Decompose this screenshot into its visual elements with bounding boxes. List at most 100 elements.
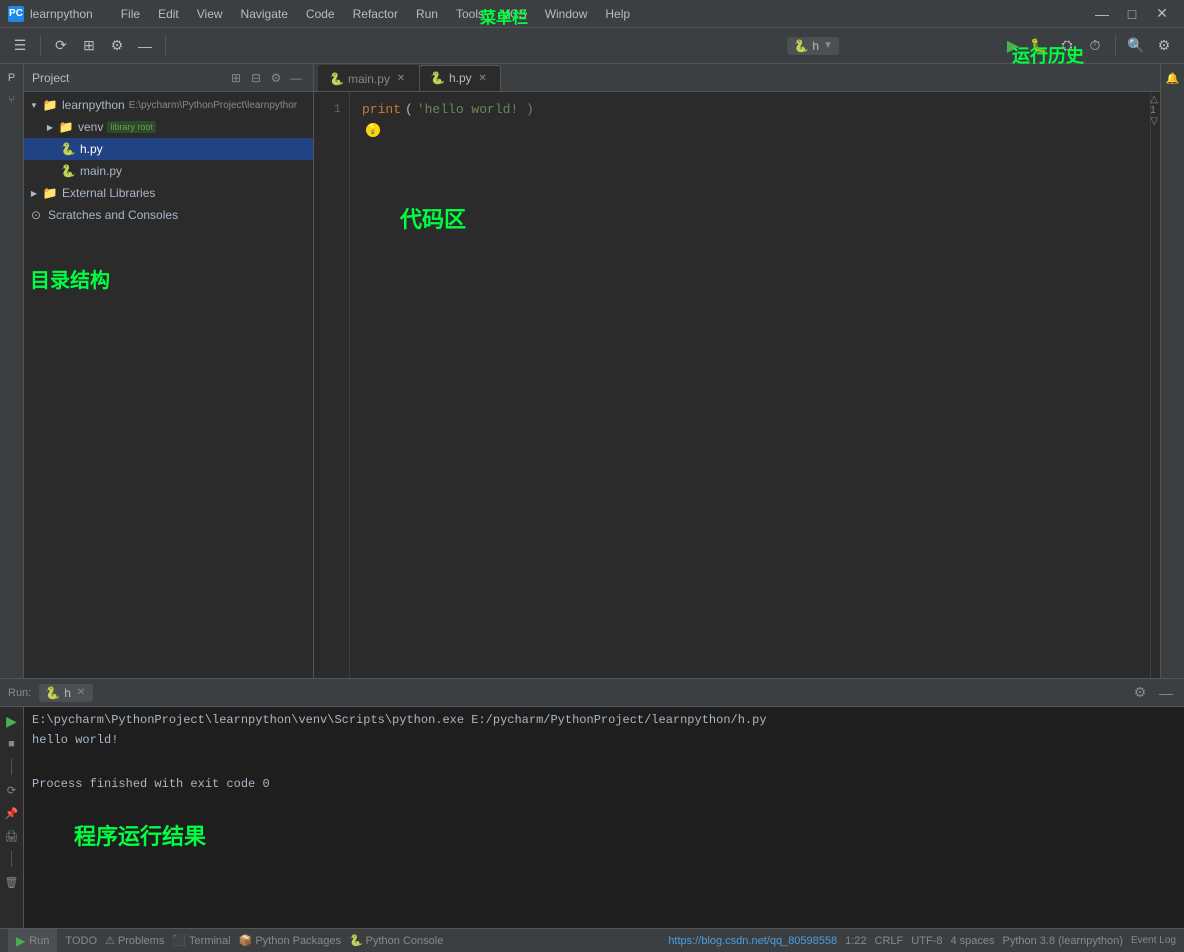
tree-item-venv[interactable]: ▶ 📁 venv library root xyxy=(24,116,313,138)
output-line-4: Process finished with exit code 0 xyxy=(32,775,1176,793)
status-python-version[interactable]: Python 3.8 (learnpython) xyxy=(1002,935,1122,947)
tree-label-main-py: main.py xyxy=(80,164,122,178)
tree-arrow-venv: ▶ xyxy=(44,121,56,133)
menu-view[interactable]: View xyxy=(189,5,231,23)
status-todo[interactable]: TODO xyxy=(65,935,97,947)
panel-collapse-icon[interactable]: ⊟ xyxy=(247,69,265,87)
tab-icon-h-py: 🐍 xyxy=(430,71,445,85)
run-label: Run: xyxy=(8,687,31,699)
output-label-zh: 程序运行结果 xyxy=(74,830,206,848)
project-panel-header: Project ⊞ ⊟ ⚙ — xyxy=(24,64,313,92)
status-line-sep[interactable]: CRLF xyxy=(875,935,904,947)
status-run-button[interactable]: ▶ Run xyxy=(8,929,57,952)
tab-close-main-py[interactable]: ✕ xyxy=(394,72,408,86)
folder-icon-ext-libs: 📁 xyxy=(42,185,58,201)
panel-gear-icon[interactable]: ⚙ xyxy=(267,69,285,87)
project-tree: ▼ 📁 learnpython E:\pycharm\PythonProject… xyxy=(24,92,313,678)
search-everywhere-button[interactable]: 🔍 xyxy=(1124,34,1148,58)
run-trash-icon[interactable]: 🗑 xyxy=(2,872,22,892)
toolbar-close-icon[interactable]: — xyxy=(133,34,157,58)
tree-item-main-py[interactable]: 🐍 main.py xyxy=(24,160,313,182)
menu-run[interactable]: Run xyxy=(408,5,446,23)
output-line-2: hello world! xyxy=(32,731,1176,749)
tree-label-learnpython: learnpython xyxy=(62,98,125,112)
menu-refactor[interactable]: Refactor xyxy=(345,5,406,23)
run-stop-icon[interactable]: ■ xyxy=(2,734,22,754)
status-encoding[interactable]: UTF-8 xyxy=(911,935,942,947)
run-play-icon[interactable]: ▶ xyxy=(2,711,22,731)
menu-code[interactable]: Code xyxy=(298,5,343,23)
toolbar-separator-2 xyxy=(165,36,166,56)
tab-h-py[interactable]: 🐍 h.py ✕ xyxy=(419,65,501,91)
bottom-icon-sep xyxy=(11,759,12,775)
status-python-packages[interactable]: 📦 Python Packages xyxy=(239,934,341,947)
status-python-console[interactable]: 🐍 Python Console xyxy=(349,934,443,947)
run-config-name: h xyxy=(812,39,819,53)
status-problems[interactable]: ⚠ Problems xyxy=(105,934,164,947)
tree-label-scratches: Scratches and Consoles xyxy=(48,208,178,222)
tab-close-h-py[interactable]: ✕ xyxy=(476,71,490,85)
status-terminal[interactable]: ⬛ Terminal xyxy=(172,934,230,947)
menu-edit[interactable]: Edit xyxy=(150,5,187,23)
tree-item-scratches[interactable]: ⊙ Scratches and Consoles xyxy=(24,204,313,226)
code-line-1: print('hello world! ) xyxy=(362,100,1138,119)
profile-button[interactable]: ⏱ xyxy=(1083,34,1107,58)
run-print-icon[interactable]: 🖨 xyxy=(2,826,22,846)
tab-icon-main-py: 🐍 xyxy=(329,72,344,86)
run-minimize-icon[interactable]: — xyxy=(1156,683,1176,703)
window-controls: — □ ✕ xyxy=(1088,3,1176,25)
tree-item-learnpython[interactable]: ▼ 📁 learnpython E:\pycharm\PythonProject… xyxy=(24,94,313,116)
tree-label-h-py: h.py xyxy=(80,142,103,156)
menu-help[interactable]: Help xyxy=(597,5,638,23)
status-cursor[interactable]: 1:22 xyxy=(845,935,866,947)
venv-badge: library root xyxy=(107,121,156,133)
code-area[interactable]: print('hello world! ) 💡 代码区 xyxy=(350,92,1150,678)
menu-window[interactable]: Window xyxy=(537,5,596,23)
code-label-zh: 代码区 xyxy=(400,212,466,231)
minimize-button[interactable]: — xyxy=(1088,3,1116,25)
toolbar-separator-1 xyxy=(40,36,41,56)
tree-item-h-py[interactable]: 🐍 h.py xyxy=(24,138,313,160)
status-run-icon: ▶ xyxy=(16,934,25,948)
sidebar-project-icon[interactable]: P xyxy=(2,68,22,88)
tab-main-py[interactable]: 🐍 main.py ✕ xyxy=(318,65,419,91)
status-event-log[interactable]: Event Log xyxy=(1131,935,1176,946)
menu-navigate[interactable]: Navigate xyxy=(233,5,296,23)
toolbar-layout-icon[interactable]: ⊞ xyxy=(77,34,101,58)
run-tab-close[interactable]: ✕ xyxy=(75,687,87,699)
status-run-label: Run xyxy=(29,935,49,947)
py-icon-main: 🐍 xyxy=(60,163,76,179)
lightbulb-container: 💡 xyxy=(362,123,1138,137)
toolbar: ☰ ⟳ ⊞ ⚙ — 🐍 h ▼ ▶ 🐛 ⛭ ⏱ 🔍 ⚙ xyxy=(0,28,1184,64)
status-blog-link[interactable]: https://blog.csdn.net/qq_80598558 xyxy=(668,935,837,947)
main-layout: P ⑂ Project ⊞ ⊟ ⚙ — ▼ 📁 learnpython E:\p… xyxy=(0,64,1184,678)
status-python-packages-label: Python Packages xyxy=(255,935,341,947)
editor-tabs-bar: 🐍 main.py ✕ 🐍 h.py ✕ xyxy=(314,64,1160,92)
menu-file[interactable]: File xyxy=(113,5,148,23)
run-rerun-icon[interactable]: ⟳ xyxy=(2,780,22,800)
run-pin-icon[interactable]: 📌 xyxy=(2,803,22,823)
tree-label-venv: venv xyxy=(78,120,103,134)
toolbar-project-icon[interactable]: ☰ xyxy=(8,34,32,58)
status-indent[interactable]: 4 spaces xyxy=(950,935,994,947)
toolbar-sync-icon[interactable]: ⟳ xyxy=(49,34,73,58)
line-numbers: 1 xyxy=(314,92,350,678)
settings-button[interactable]: ⚙ xyxy=(1152,34,1176,58)
editor-scrollbar[interactable]: △ 1 ▽ xyxy=(1150,92,1160,678)
output-line-3 xyxy=(32,749,1176,767)
close-button[interactable]: ✕ xyxy=(1148,3,1176,25)
toolbar-settings-icon[interactable]: ⚙ xyxy=(105,34,129,58)
run-settings-icon[interactable]: ⚙ xyxy=(1130,683,1150,703)
run-header: Run: 🐍 h ✕ ⚙ — xyxy=(0,679,1184,707)
run-config-selector[interactable]: 🐍 h ▼ xyxy=(787,37,839,55)
sidebar-commit-icon[interactable]: ⑂ xyxy=(2,90,22,110)
panel-expand-icon[interactable]: ⊞ xyxy=(227,69,245,87)
maximize-button[interactable]: □ xyxy=(1118,3,1146,25)
tree-item-external-libs[interactable]: ▶ 📁 External Libraries xyxy=(24,182,313,204)
left-sidebar-icons: P ⑂ xyxy=(0,64,24,678)
right-notifications-icon[interactable]: 🔔 xyxy=(1163,68,1183,88)
panel-minimize-icon[interactable]: — xyxy=(287,69,305,87)
lightbulb-icon[interactable]: 💡 xyxy=(366,123,380,137)
run-tab-h[interactable]: 🐍 h ✕ xyxy=(39,684,93,702)
tree-arrow-learnpython: ▼ xyxy=(28,99,40,111)
